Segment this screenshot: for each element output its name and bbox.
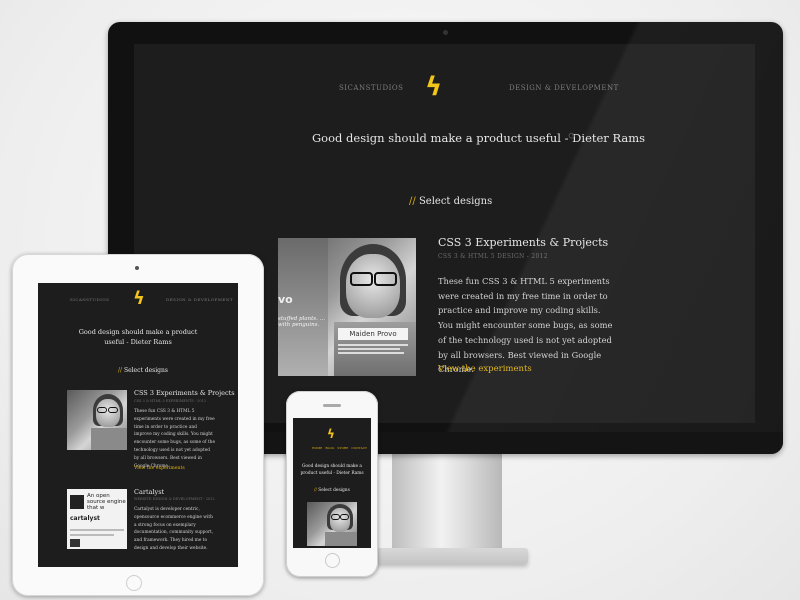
tablet-project1-title[interactable]: CSS 3 Experiments & Projects <box>134 389 235 397</box>
tablet-view-experiments-link[interactable]: View the experiments <box>134 466 185 471</box>
refresh-icon[interactable]: ⟳ <box>568 131 576 142</box>
tablet-project2-description: Cartalyst is developer centric, opensour… <box>134 507 214 551</box>
imac-stand-base <box>366 548 528 564</box>
tablet-section-heading: // Select designs <box>118 367 168 374</box>
phone-nav-contact[interactable]: CONTACT <box>351 446 367 450</box>
tablet-project2-thumb-heading: An open source engine that w <box>87 493 126 511</box>
ipad-home-button[interactable] <box>126 575 142 591</box>
tablet-project2-thumb-brand: cartalyst <box>70 515 100 522</box>
phone-nav: HOME BLOG STORE CONTACT <box>312 446 367 450</box>
project-title[interactable]: CSS 3 Experiments & Projects <box>438 236 608 249</box>
thumb-left-panel <box>278 238 328 376</box>
nav-services-link[interactable]: DESIGN & DEVELOPMENT <box>509 84 619 92</box>
phone-nav-blog[interactable]: BLOG <box>325 446 334 450</box>
camera-icon <box>443 30 448 35</box>
phone-nav-home[interactable]: HOME <box>312 446 322 450</box>
imac-stand <box>392 454 502 560</box>
ipad-camera-icon <box>135 266 139 270</box>
cartalyst-logo-icon <box>70 495 84 509</box>
thumb-name-tag: Maiden Provo <box>338 328 408 340</box>
section-title: Select designs <box>418 196 493 207</box>
tablet-tagline: Good design should make a product useful… <box>78 328 198 346</box>
portrait-face <box>346 254 400 318</box>
tablet-screen: SICANSTUDIOS ϟ DESIGN & DEVELOPMENT Good… <box>38 283 238 567</box>
project-thumbnail[interactable]: vo stuffed plants. …with penguins. Maide… <box>278 238 416 376</box>
logo-icon[interactable]: ϟ <box>425 72 442 102</box>
phone-nav-store[interactable]: STORE <box>337 446 348 450</box>
section-heading: // Select designs <box>409 196 492 207</box>
tablet-project1-thumbnail[interactable] <box>67 390 127 450</box>
phone-project-thumbnail[interactable] <box>307 502 357 546</box>
tablet-section-slashes: // <box>118 367 123 374</box>
phone-screen: ϟ HOME BLOG STORE CONTACT Good design sh… <box>293 418 371 548</box>
tablet-project2-title[interactable]: Cartalyst <box>134 488 164 496</box>
tablet-project2-meta: WEBSITE DESIGN & DEVELOPMENT - 2012 <box>134 497 215 501</box>
project-description: These fun CSS 3 & HTML 5 experiments wer… <box>438 276 613 375</box>
glasses-right <box>374 272 397 286</box>
iphone-speaker <box>323 404 341 407</box>
tablet-nav-services[interactable]: DESIGN & DEVELOPMENT <box>166 297 233 302</box>
phone-section-title: Select designs <box>318 488 350 493</box>
tablet-section-title: Select designs <box>123 367 168 374</box>
thumb-side-text: vo <box>278 293 293 306</box>
phone-section-heading: // Select designs <box>314 488 350 493</box>
tablet-project2-thumbnail[interactable]: An open source engine that w cartalyst <box>67 489 127 549</box>
project-meta: CSS 3 & HTML 5 DESIGN - 2012 <box>438 253 548 260</box>
nav-brand-link[interactable]: SICANSTUDIOS <box>339 84 403 92</box>
phone-tagline: Good design should make a product useful… <box>300 464 364 476</box>
tagline: Good design should make a product useful… <box>312 131 646 145</box>
tablet-nav-brand[interactable]: SICANSTUDIOS <box>70 297 109 302</box>
tablet-project1-description: These fun CSS 3 & HTML 5 experiments wer… <box>134 409 215 469</box>
section-slashes: // <box>409 196 416 207</box>
tablet-project1-meta: CSS 3 & HTML 5 EXPERIMENTS - 2012 <box>134 399 207 403</box>
glasses-left <box>350 272 373 286</box>
iphone-home-button[interactable] <box>325 553 340 568</box>
phone-logo-icon[interactable]: ϟ <box>327 428 335 441</box>
view-experiments-link[interactable]: View the experiments <box>438 364 532 374</box>
phone-section-slashes: // <box>314 488 317 493</box>
thumb-script-text: stuffed plants. …with penguins. <box>278 316 326 328</box>
tablet-logo-icon[interactable]: ϟ <box>133 289 145 309</box>
